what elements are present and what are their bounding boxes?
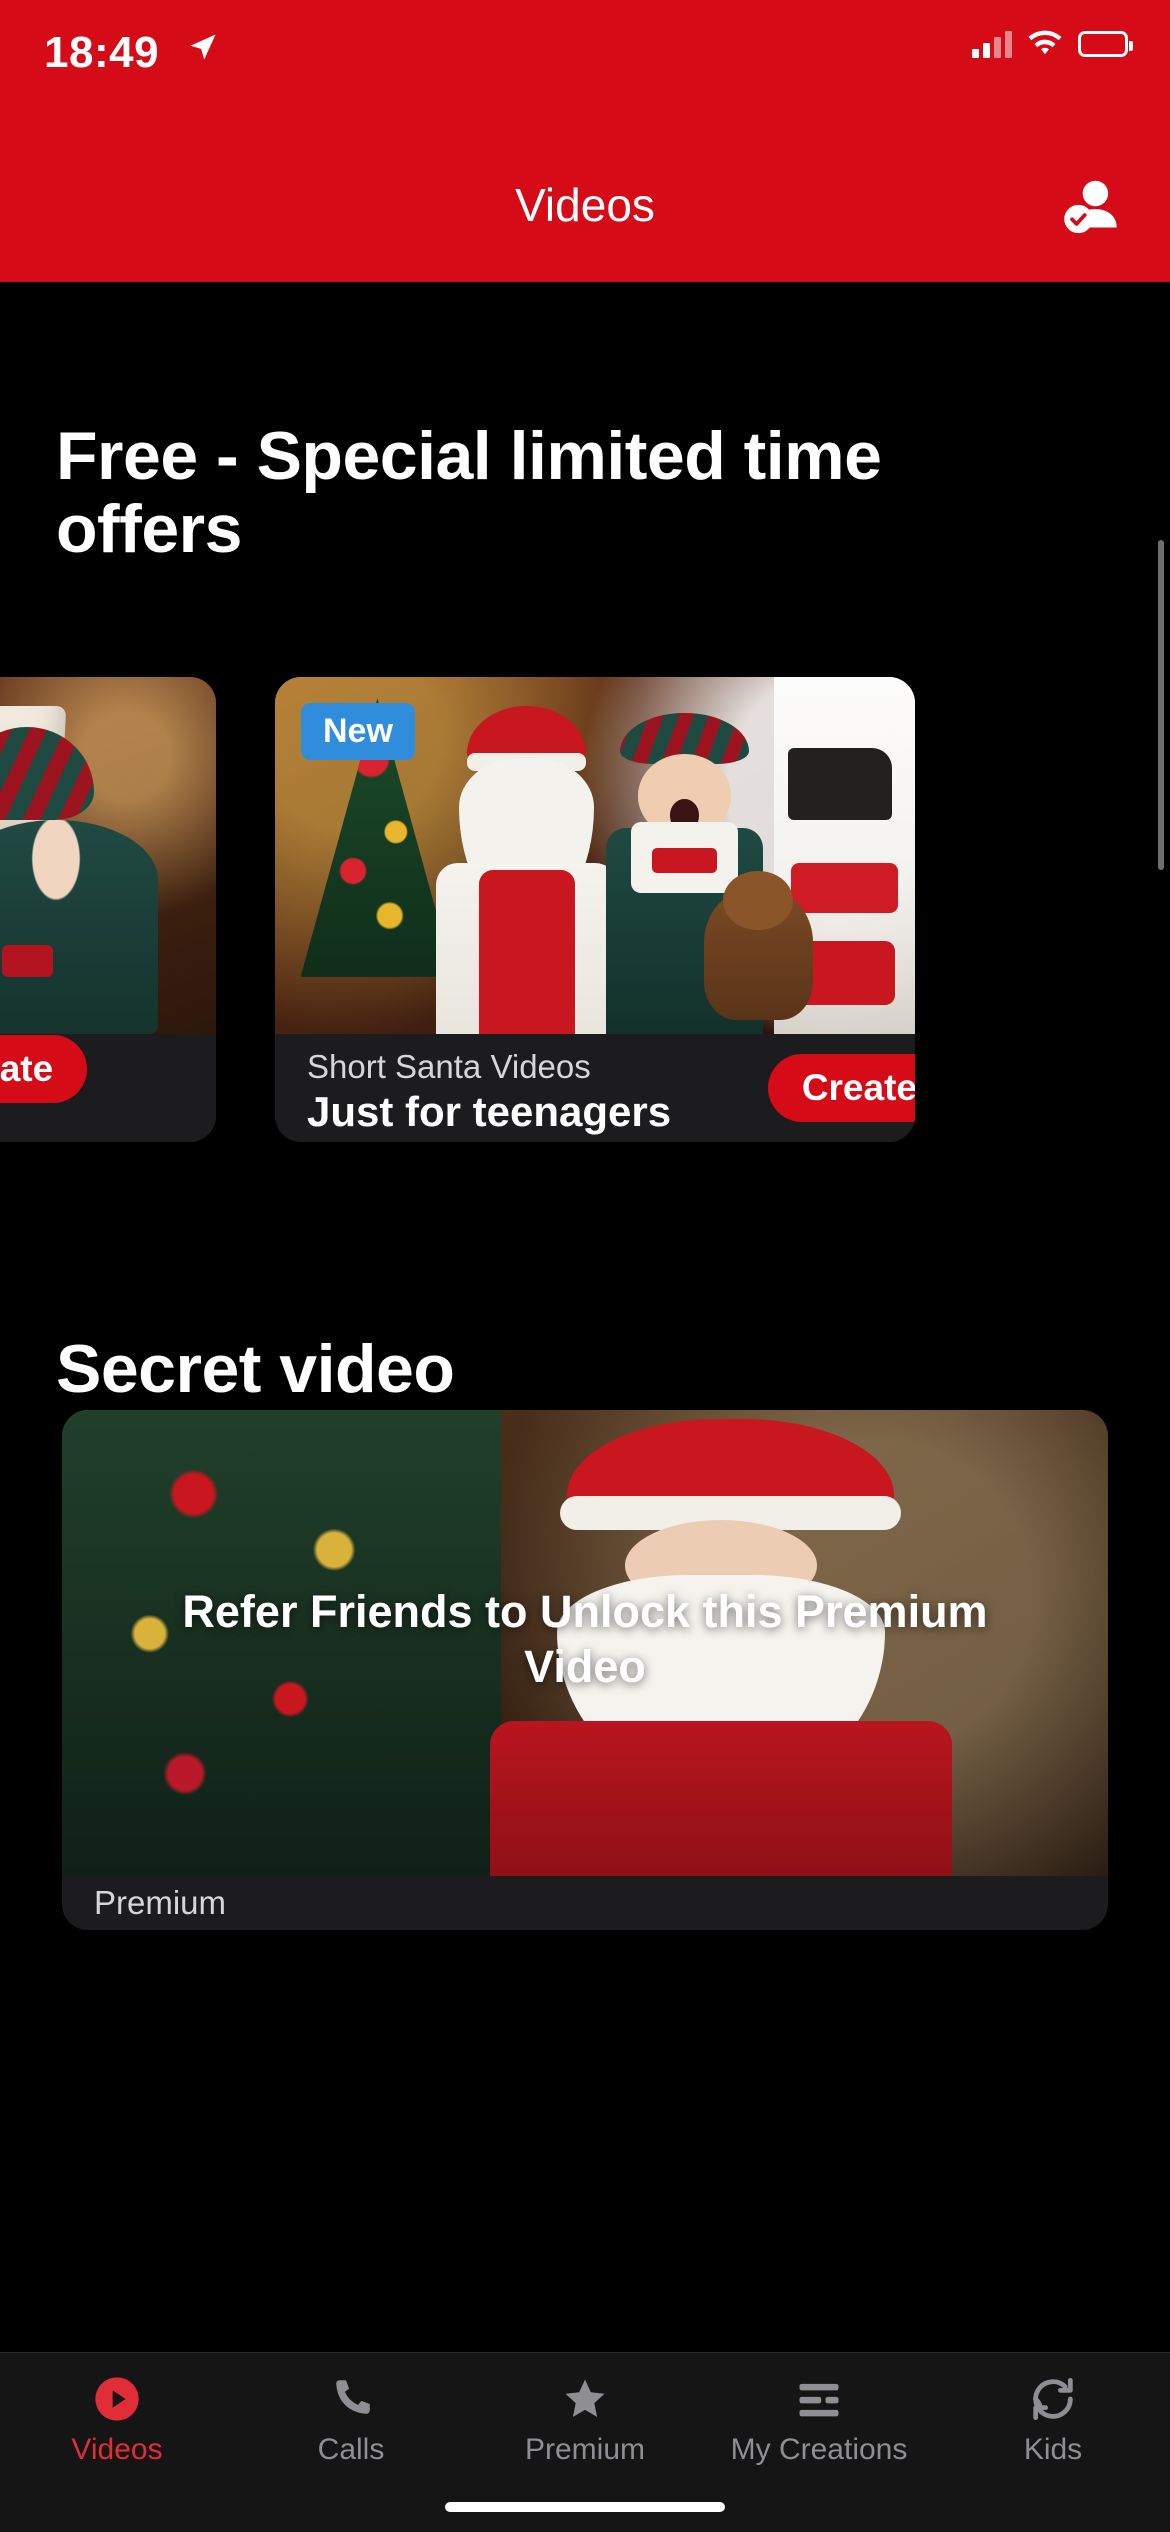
status-indicators [972, 30, 1133, 58]
card-footer: Premium [62, 1876, 1108, 1930]
card-title: Just for teenagers [307, 1088, 672, 1135]
create-button[interactable]: Create [767, 1054, 915, 1122]
create-button[interactable]: Create [0, 1035, 88, 1103]
tab-label: Videos [71, 2433, 163, 2466]
section-title-secret: Secret video [56, 1331, 455, 1407]
home-indicator [445, 2502, 725, 2512]
profile-verified-icon[interactable] [1060, 168, 1128, 236]
free-offers-carousel[interactable]: Create New [0, 677, 1170, 1142]
tab-label: Kids [1023, 2433, 1083, 2466]
scroll-content[interactable]: Free - Special limited time offers Creat… [0, 282, 1170, 2532]
secret-video-card[interactable]: Refer Friends to Unlock this Premium Vid… [62, 1410, 1108, 1930]
status-time: 18:49 [44, 28, 160, 77]
card-thumbnail: New [275, 677, 915, 1034]
battery-icon [1078, 31, 1133, 57]
phone-icon [326, 2371, 376, 2427]
star-icon [559, 2371, 611, 2427]
app-screen: 18:49 Videos Free - Special limited time… [0, 0, 1170, 2532]
card-footer: Short Santa Videos Just for teenagers Cr… [275, 1034, 915, 1142]
elf-hat-graphic [0, 726, 95, 820]
location-arrow-icon [190, 34, 216, 60]
section-title-free: Free - Special limited time offers [56, 418, 882, 568]
video-card[interactable]: Create [0, 677, 216, 1142]
tab-videos[interactable]: Videos [0, 2353, 234, 2481]
status-bar: 18:49 [0, 0, 1170, 172]
navigation-bar: 18:49 Videos [0, 0, 1170, 282]
tab-label: My Creations [730, 2433, 908, 2466]
page-title: Videos [515, 179, 655, 231]
tab-my-creations[interactable]: My Creations [702, 2353, 936, 2481]
refresh-circle-icon [1027, 2371, 1079, 2427]
cellular-signal-icon [972, 30, 1012, 58]
tab-label: Calls [317, 2433, 385, 2466]
tab-bar[interactable]: Videos Calls Premium My Creations Kids [0, 2352, 1170, 2532]
play-circle-icon [91, 2371, 143, 2427]
card-thumbnail: Refer Friends to Unlock this Premium Vid… [62, 1410, 1108, 1876]
card-subtitle: Premium [94, 1884, 227, 1921]
tab-premium[interactable]: Premium [468, 2353, 702, 2481]
secret-overlay-text: Refer Friends to Unlock this Premium Vid… [182, 1586, 988, 1692]
tab-label: Premium [524, 2433, 645, 2466]
wifi-icon [1028, 30, 1062, 55]
video-card[interactable]: New Short Santa Videos Just for teenager… [275, 677, 915, 1142]
card-subtitle: Short Santa Videos [307, 1048, 591, 1085]
teddy-bear-graphic [703, 870, 813, 1020]
santa-graphic [429, 705, 621, 1034]
tab-kids[interactable]: Kids [936, 2353, 1170, 2481]
bowtie-graphic [1, 944, 53, 977]
new-badge: New [301, 703, 415, 760]
tab-calls[interactable]: Calls [234, 2353, 468, 2481]
card-thumbnail [0, 677, 216, 1034]
list-layout-icon [793, 2371, 845, 2427]
